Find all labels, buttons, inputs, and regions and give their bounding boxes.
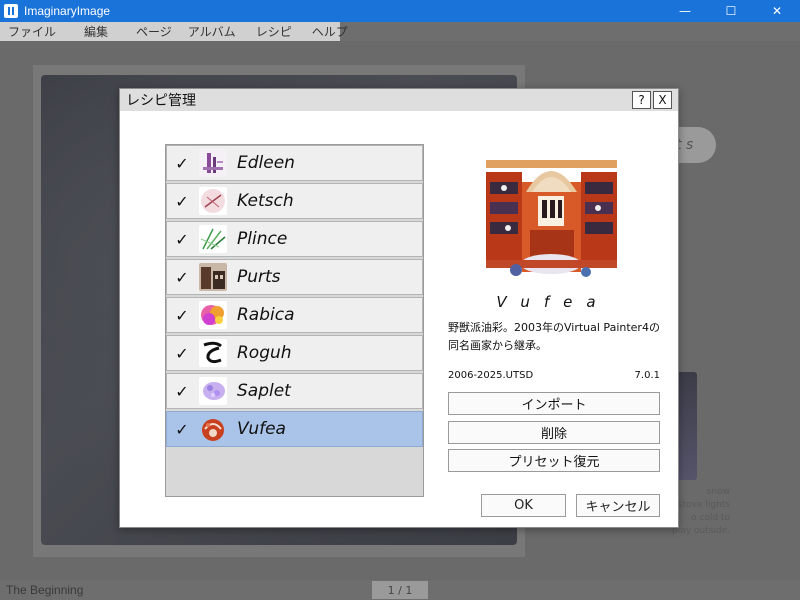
check-icon[interactable]: ✓ (167, 344, 197, 363)
preset-version: 7.0.1 (634, 370, 660, 381)
recipe-label: Roguh (237, 343, 292, 363)
recipe-label: Vufea (237, 419, 286, 439)
recipe-manager-dialog: レシピ管理 ? X ✓ Edleen ✓ Ketsch ✓ Plince ✓ P… (119, 88, 679, 528)
statusbar: The Beginning 1 / 1 (0, 580, 800, 600)
page-indicator[interactable]: 1 / 1 (372, 581, 428, 599)
recipe-label: Purts (237, 267, 281, 287)
window-title: ImaginaryImage (24, 4, 111, 18)
menu-album[interactable]: アルバム (180, 23, 244, 40)
close-window-button[interactable]: ✕ (754, 0, 800, 22)
import-button[interactable]: インポート (448, 392, 660, 415)
recipe-label: Edleen (237, 153, 295, 173)
maximize-button[interactable]: ☐ (708, 0, 754, 22)
minimize-button[interactable]: — (662, 0, 708, 22)
menu-edit[interactable]: 編集 (76, 23, 116, 40)
window-titlebar: ImaginaryImage — ☐ ✕ (0, 0, 800, 22)
recipe-label: Rabica (237, 305, 295, 325)
edleen-icon (199, 149, 227, 177)
recipe-label: Plince (237, 229, 288, 249)
help-button[interactable]: ? (632, 91, 651, 109)
plince-icon (199, 225, 227, 253)
menu-help[interactable]: ヘルプ (304, 23, 356, 40)
recipe-item-plince[interactable]: ✓ Plince (166, 221, 423, 257)
dialog-titlebar: レシピ管理 ? X (120, 89, 678, 111)
recipe-list[interactable]: ✓ Edleen ✓ Ketsch ✓ Plince ✓ Purts ✓ Rab… (165, 144, 424, 497)
vufea-icon (199, 415, 227, 443)
dialog-title: レシピ管理 (126, 93, 196, 109)
album-title: The Beginning (6, 583, 84, 597)
recipe-item-vufea[interactable]: ✓ Vufea (166, 411, 423, 447)
check-icon[interactable]: ✓ (167, 382, 197, 401)
recipe-item-rabica[interactable]: ✓ Rabica (166, 297, 423, 333)
recipe-label: Ketsch (237, 191, 294, 211)
rabica-icon (199, 301, 227, 329)
check-icon[interactable]: ✓ (167, 268, 197, 287)
menu-file[interactable]: ファイル (0, 23, 64, 40)
saplet-icon (199, 377, 227, 405)
ketsch-icon (199, 187, 227, 215)
restore-presets-button[interactable]: プリセット復元 (448, 449, 660, 472)
menu-page[interactable]: ページ (128, 23, 180, 40)
close-dialog-button[interactable]: X (653, 91, 672, 109)
check-icon[interactable]: ✓ (167, 306, 197, 325)
ok-button[interactable]: OK (481, 494, 566, 517)
recipe-item-ketsch[interactable]: ✓ Ketsch (166, 183, 423, 219)
recipe-item-purts[interactable]: ✓ Purts (166, 259, 423, 295)
preset-name: Vufea (496, 293, 610, 311)
recipe-item-edleen[interactable]: ✓ Edleen (166, 145, 423, 181)
window-controls: — ☐ ✕ (662, 0, 800, 22)
preset-preview-image (486, 152, 617, 283)
recipe-label: Saplet (237, 381, 291, 401)
menubar: ファイル 編集 ページ アルバム レシピ ヘルプ (0, 22, 348, 41)
app-icon (4, 4, 18, 18)
check-icon[interactable]: ✓ (167, 420, 197, 439)
check-icon[interactable]: ✓ (167, 230, 197, 249)
recipe-item-roguh[interactable]: ✓ Roguh (166, 335, 423, 371)
menu-recipe[interactable]: レシピ (248, 23, 300, 40)
check-icon[interactable]: ✓ (167, 154, 197, 173)
preset-description: 野獣派油彩。2003年のVirtual Painter4の同名画家から継承。 (448, 321, 660, 352)
purts-icon (199, 263, 227, 291)
cancel-button[interactable]: キャンセル (576, 494, 660, 517)
check-icon[interactable]: ✓ (167, 192, 197, 211)
delete-button[interactable]: 削除 (448, 421, 660, 444)
recipe-item-saplet[interactable]: ✓ Saplet (166, 373, 423, 409)
roguh-icon (199, 339, 227, 367)
preset-copyright: 2006-2025.UTSD (448, 370, 534, 381)
